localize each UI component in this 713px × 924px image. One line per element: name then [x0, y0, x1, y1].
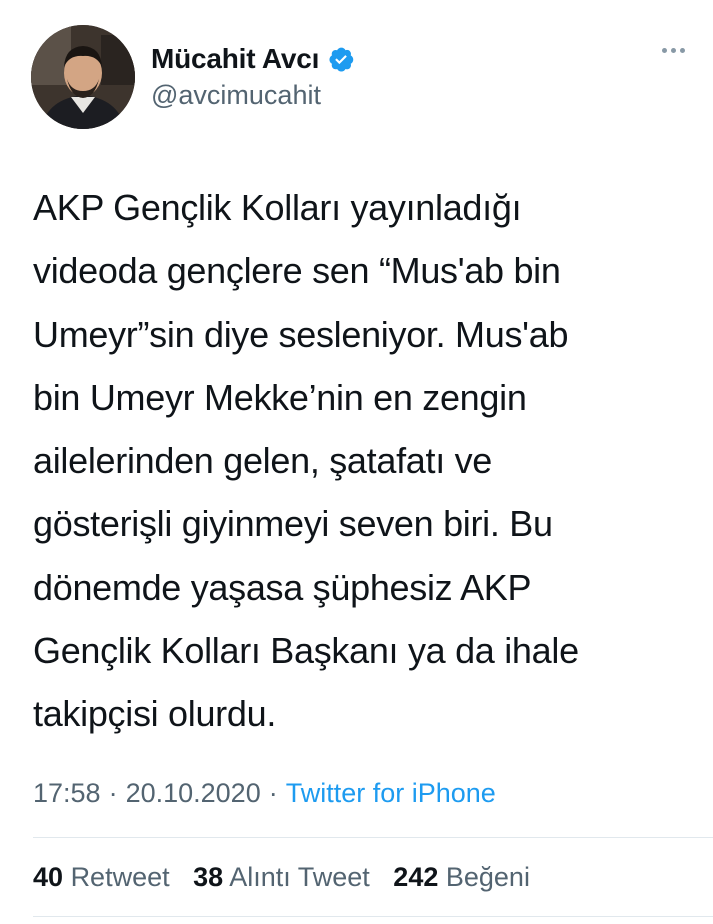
- likes-label: Beğeni: [445, 862, 530, 892]
- tweet-meta: 17:58 · 20.10.2020 · Twitter for iPhone: [33, 778, 496, 809]
- tweet-text-line: ailelerinden gelen, şatafatı ve: [33, 440, 493, 482]
- retweets-stat[interactable]: 40 Retweet: [33, 862, 170, 892]
- quotes-count: 38: [193, 862, 224, 892]
- retweets-count: 40: [33, 862, 64, 892]
- tweet-time[interactable]: 17:58: [33, 778, 101, 808]
- tweet-text: AKP Gençlik Kolları yayınladığı videoda …: [33, 176, 683, 746]
- tweet-text-line: gösterişli giyinmeyi seven biri. Bu: [33, 503, 553, 545]
- display-name[interactable]: Mücahit Avcı: [151, 43, 319, 75]
- avatar-image: [31, 25, 135, 129]
- user-handle[interactable]: @avcimucahit: [151, 80, 355, 111]
- more-horizontal-icon[interactable]: [662, 48, 685, 53]
- tweet-text-line: AKP Gençlik Kolları yayınladığı: [33, 187, 522, 228]
- tweet-text-line: takipçisi olurdu.: [33, 693, 277, 735]
- tweet: Mücahit Avcı @avcimucahit AKP Gençlik Ko…: [0, 0, 713, 924]
- quotes-label: Alıntı Tweet: [229, 862, 370, 892]
- tweet-text-line: bin Umeyr Mekke’nin en zengin: [33, 376, 527, 418]
- tweet-stats: 40 Retweet 38 Alıntı Tweet 242 Beğeni: [33, 862, 546, 893]
- retweets-label: Retweet: [70, 862, 170, 892]
- verified-badge-icon: [327, 45, 355, 73]
- tweet-source-link[interactable]: Twitter for iPhone: [286, 778, 496, 808]
- name-row: Mücahit Avcı: [151, 40, 355, 78]
- tweet-date[interactable]: 20.10.2020: [126, 778, 261, 808]
- divider: [33, 916, 713, 917]
- meta-separator: ·: [108, 778, 118, 808]
- tweet-text-line: dönemde yaşasa şüphesiz AKP: [33, 566, 532, 608]
- divider: [33, 837, 713, 838]
- tweet-text-line: videoda gençlere sen “Mus'ab bin: [33, 250, 561, 292]
- quotes-stat[interactable]: 38 Alıntı Tweet: [193, 862, 370, 892]
- tweet-text-line: Gençlik Kolları Başkanı ya da ihale: [33, 630, 579, 672]
- tweet-text-line: Umeyr”sin diye sesleniyor. Mus'ab: [33, 313, 569, 355]
- author-block: Mücahit Avcı @avcimucahit: [151, 40, 355, 111]
- likes-stat[interactable]: 242 Beğeni: [393, 862, 530, 892]
- likes-count: 242: [393, 862, 439, 892]
- meta-separator: ·: [268, 778, 278, 808]
- avatar[interactable]: [31, 25, 135, 129]
